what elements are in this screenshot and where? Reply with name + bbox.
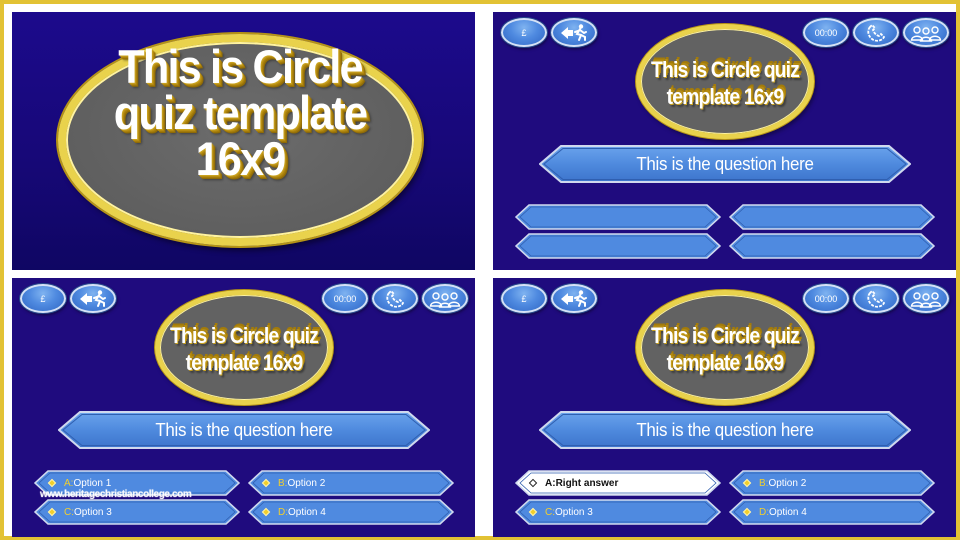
answer-text: Option 3	[555, 506, 593, 518]
answer-shape	[729, 204, 935, 230]
question-text: This is the question here	[636, 153, 814, 174]
answer-text: Option 4	[769, 506, 807, 518]
phone-a-friend-button[interactable]	[853, 284, 899, 313]
slide-grid-frame: This is Circle quiz template 16x9 £ 00:0…	[4, 4, 956, 537]
answer-option-2[interactable]	[729, 204, 935, 230]
walk-away-button[interactable]	[70, 284, 116, 313]
question-bar[interactable]: This is the question here	[539, 145, 911, 183]
watermark-text: www.heritagechristiancollege.com	[40, 489, 192, 500]
timer-display: 00:00	[333, 293, 357, 304]
game-slide-answer-selected[interactable]: £ 00:00 This is Circle quiz template 16x…	[493, 278, 956, 537]
answer-label: C: Option 3	[545, 499, 593, 525]
answer-shape	[729, 233, 935, 259]
answer-text: Option 3	[74, 506, 112, 518]
quiz-title: This is Circle quiz template 16x9	[651, 57, 800, 109]
answer-letter: B:	[759, 477, 769, 489]
answer-option-1[interactable]: A: Right answer	[515, 470, 721, 496]
pound-icon: £	[521, 293, 527, 304]
timer-button[interactable]: 00:00	[322, 284, 368, 313]
title-slide-heading: This is Circle quiz template 16x9	[113, 40, 368, 185]
answer-letter: D:	[759, 506, 769, 518]
quiz-title: This is Circle quiz template 16x9	[651, 323, 800, 375]
answer-option-2[interactable]: B: Option 2	[729, 470, 935, 496]
answer-option-4[interactable]: D: Option 4	[729, 499, 935, 525]
phone-a-friend-icon	[867, 23, 886, 42]
answer-letter: C:	[545, 506, 555, 518]
answer-text: Option 2	[768, 477, 807, 489]
answer-option-4[interactable]	[729, 233, 935, 259]
answer-option-1[interactable]	[515, 204, 721, 230]
question-text: This is the question here	[636, 419, 814, 440]
answer-option-2[interactable]: B: Option 2	[248, 470, 454, 496]
ask-the-audience-icon	[910, 291, 942, 308]
answer-text: Option 4	[288, 506, 326, 518]
answer-option-4[interactable]: D: Option 4	[248, 499, 454, 525]
answer-text: Option 1	[73, 477, 112, 489]
answer-option-3[interactable]: C: Option 3	[34, 499, 240, 525]
phone-a-friend-button[interactable]	[853, 18, 899, 47]
question-bar[interactable]: This is the question here	[58, 411, 430, 449]
phone-a-friend-icon	[867, 289, 886, 308]
answer-text: Option 2	[287, 477, 326, 489]
answer-letter: D:	[278, 506, 288, 518]
answer-label: C: Option 3	[64, 499, 112, 525]
ask-the-audience-button[interactable]	[903, 284, 949, 313]
money-tree-button[interactable]: £	[501, 284, 547, 313]
timer-button[interactable]: 00:00	[803, 18, 849, 47]
money-tree-button[interactable]: £	[501, 18, 547, 47]
question-bar[interactable]: This is the question here	[539, 411, 911, 449]
phone-a-friend-button[interactable]	[372, 284, 418, 313]
answer-label: B: Option 2	[278, 470, 325, 496]
answer-shape	[515, 233, 721, 259]
title-slide[interactable]: This is Circle quiz template 16x9	[12, 12, 475, 270]
question-text: This is the question here	[155, 419, 333, 440]
phone-a-friend-icon	[386, 289, 405, 308]
quiz-title: This is Circle quiz template 16x9	[170, 323, 319, 375]
answer-option-3[interactable]	[515, 233, 721, 259]
exit-running-man-icon	[561, 289, 587, 307]
exit-running-man-icon	[80, 289, 106, 307]
answer-text: Right answer	[555, 477, 619, 489]
ask-the-audience-button[interactable]	[422, 284, 468, 313]
walk-away-button[interactable]	[551, 284, 597, 313]
game-slide-blank[interactable]: £ 00:00 This is Circle quiz template 16x…	[493, 12, 956, 270]
timer-button[interactable]: 00:00	[803, 284, 849, 313]
ask-the-audience-button[interactable]	[903, 18, 949, 47]
timer-display: 00:00	[814, 293, 838, 304]
exit-running-man-icon	[561, 23, 587, 41]
answer-label: D: Option 4	[759, 499, 807, 525]
answer-letter: B:	[278, 477, 288, 489]
answer-label: D: Option 4	[278, 499, 326, 525]
answer-shape	[515, 204, 721, 230]
answer-option-3[interactable]: C: Option 3	[515, 499, 721, 525]
answer-letter: A:	[64, 477, 74, 489]
answer-letter: C:	[64, 506, 74, 518]
timer-display: 00:00	[814, 27, 838, 38]
walk-away-button[interactable]	[551, 18, 597, 47]
money-tree-button[interactable]: £	[20, 284, 66, 313]
ask-the-audience-icon	[910, 25, 942, 42]
answer-label: B: Option 2	[759, 470, 806, 496]
answer-letter: A:	[545, 477, 556, 489]
pound-icon: £	[521, 27, 527, 38]
ask-the-audience-icon	[429, 291, 461, 308]
pound-icon: £	[40, 293, 46, 304]
answer-label: A: Right answer	[545, 470, 618, 496]
